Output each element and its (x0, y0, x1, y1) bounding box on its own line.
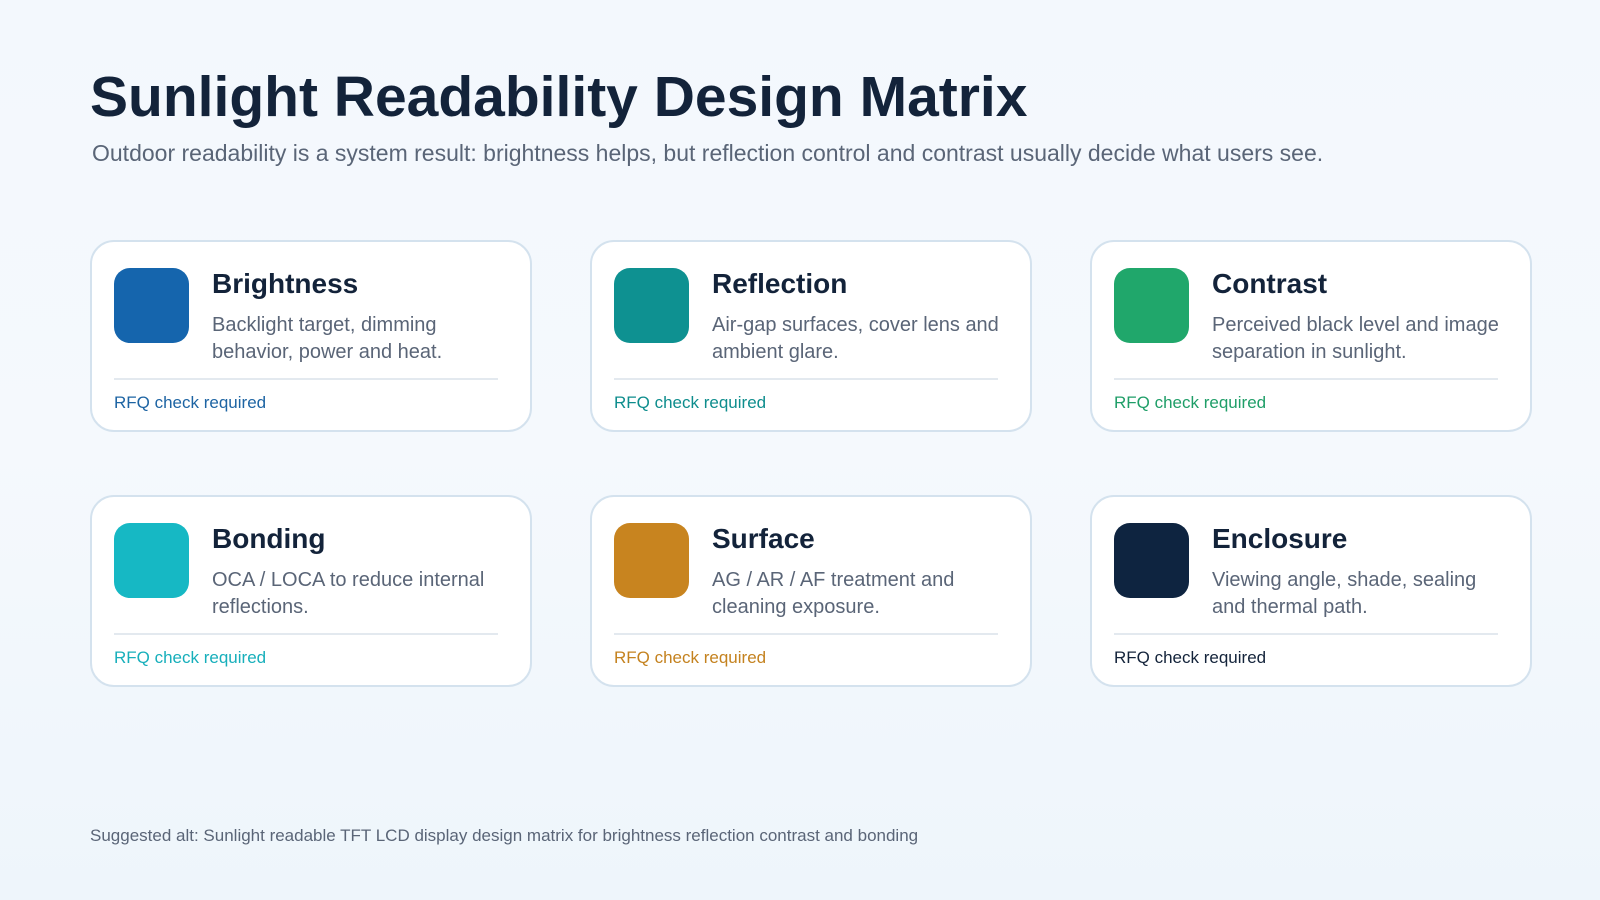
card-title: Enclosure (1212, 523, 1348, 554)
card-status: RFQ check required (1114, 393, 1267, 412)
page-subtitle: Outdoor readability is a system result: … (92, 140, 1324, 166)
card-description: Backlight target, dimming behavior, powe… (212, 314, 443, 363)
card-reflection: Reflection Air-gap surfaces, cover lens … (590, 240, 1032, 432)
card-title: Reflection (712, 268, 848, 299)
card-title: Bonding (212, 523, 326, 554)
card-status: RFQ check required (614, 393, 767, 412)
card-description: AG / AR / AF treatment and cleaning expo… (712, 569, 955, 618)
card-title: Contrast (1212, 268, 1328, 299)
brightness-swatch-icon (114, 268, 189, 343)
card-description: Viewing angle, shade, sealing and therma… (1212, 569, 1477, 618)
alt-text-note: Suggested alt: Sunlight readable TFT LCD… (90, 826, 919, 845)
card-status: RFQ check required (614, 648, 767, 667)
contrast-swatch-icon (1114, 268, 1189, 343)
bonding-swatch-icon (114, 523, 189, 598)
card-brightness: Brightness Backlight target, dimming beh… (90, 240, 532, 432)
card-divider (1114, 633, 1498, 635)
card-divider (614, 378, 998, 380)
card-description: Perceived black level and image separati… (1212, 314, 1499, 363)
card-description: OCA / LOCA to reduce internal reflection… (212, 569, 485, 618)
card-surface: Surface AG / AR / AF treatment and clean… (590, 495, 1032, 687)
card-divider (114, 633, 498, 635)
card-divider (1114, 378, 1498, 380)
card-status: RFQ check required (114, 393, 267, 412)
page-title: Sunlight Readability Design Matrix (90, 65, 1028, 129)
card-bonding: Bonding OCA / LOCA to reduce internal re… (90, 495, 532, 687)
card-enclosure: Enclosure Viewing angle, shade, sealing … (1090, 495, 1532, 687)
card-title: Surface (712, 523, 815, 554)
card-divider (114, 378, 498, 380)
card-status: RFQ check required (114, 648, 267, 667)
enclosure-swatch-icon (1114, 523, 1189, 598)
reflection-swatch-icon (614, 268, 689, 343)
card-divider (614, 633, 998, 635)
card-status: RFQ check required (1114, 648, 1267, 667)
card-title: Brightness (212, 268, 359, 299)
surface-swatch-icon (614, 523, 689, 598)
card-description: Air-gap surfaces, cover lens and ambient… (712, 314, 999, 363)
card-contrast: Contrast Perceived black level and image… (1090, 240, 1532, 432)
